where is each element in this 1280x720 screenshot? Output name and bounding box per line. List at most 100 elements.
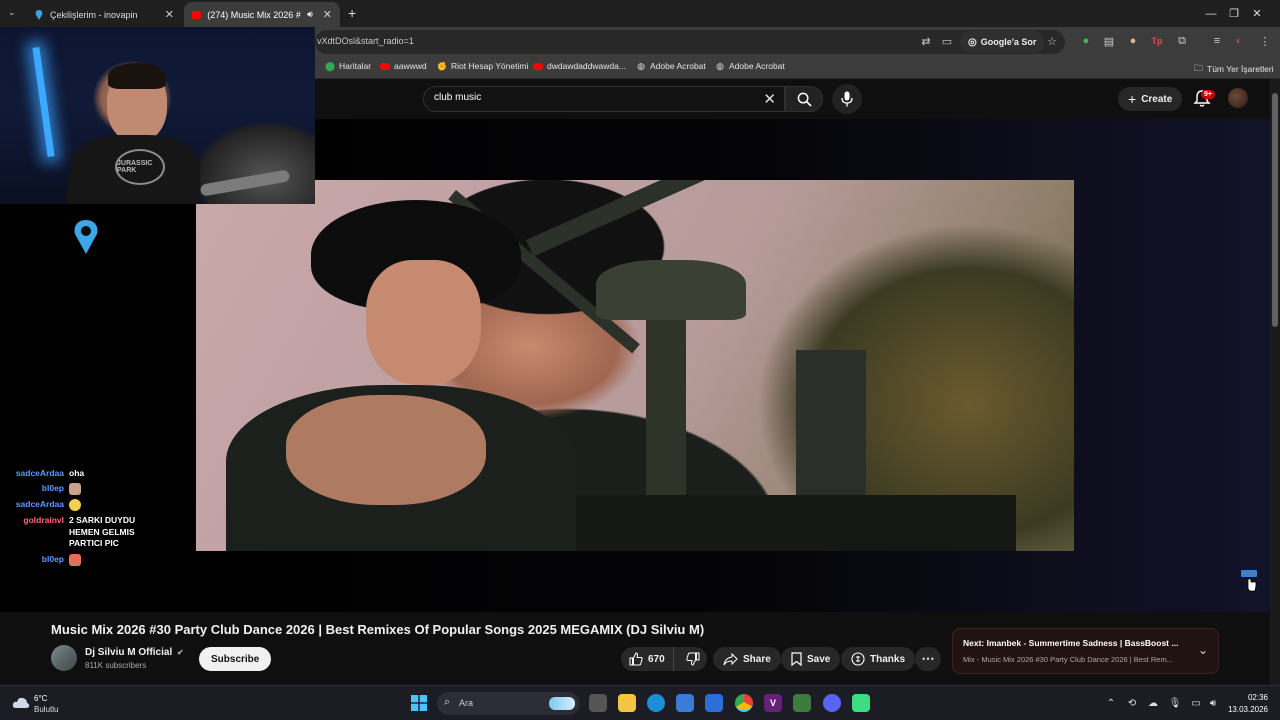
volume-icon[interactable]: 🔊︎ [1206,696,1220,710]
extension-stack-icon[interactable]: ▤ [1102,34,1116,48]
tray-app-icon[interactable]: ⟲ [1125,696,1139,710]
channel-avatar[interactable] [51,645,77,671]
thanks-label: Thanks [870,653,906,665]
riot-fist-icon: ✊ [437,61,447,71]
search-button[interactable] [785,86,823,112]
clear-search-icon[interactable]: ✕ [763,90,776,108]
show-hidden-icons-chevron-icon[interactable]: ⌃ [1104,696,1118,710]
mail-icon[interactable] [705,694,723,712]
cursor-hand-icon [1241,570,1257,592]
task-view-icon[interactable] [589,694,607,712]
blue-led-strip [32,47,55,157]
create-label: Create [1141,93,1173,105]
bookmark-label: Riot Hesap Yönetimi [451,61,529,71]
thumbs-down-icon [686,652,700,666]
voice-search-button[interactable] [832,84,862,114]
close-tab-icon[interactable]: ✕ [323,8,332,21]
bookmark-riot[interactable]: ✊ Riot Hesap Yönetimi [437,61,528,71]
bookmark-label: Haritalar [339,61,372,71]
close-window-button[interactable]: ✕ [1234,0,1280,27]
clock-date[interactable]: 13.03.2026 [1226,705,1268,714]
next-video-box[interactable]: Next: Imanbek - Summertime Sadness | Bas… [952,628,1219,674]
bookmark-dwdawd[interactable]: dwdawdaddwawda... [533,61,626,71]
chat-username: bl0ep [41,483,64,494]
chevron-down-icon[interactable]: ⌄ [1198,643,1208,657]
notepad-icon[interactable] [793,694,811,712]
browser-menu-icon[interactable]: ⋮ [1258,34,1272,48]
like-button[interactable]: 670 [621,647,674,671]
google-sor-button[interactable]: ◎ Google'a Sor [960,31,1045,53]
translate-icon[interactable]: ⇄ [919,34,933,48]
extension-cookie-icon[interactable]: ● [1126,34,1140,48]
share-arrow-icon [723,652,738,665]
close-tab-icon[interactable]: ✕ [165,8,174,21]
network-icon[interactable]: ▭ [1189,696,1203,710]
extension-tp-icon[interactable]: Tp [1150,34,1164,48]
search-box[interactable]: club music ✕ [423,86,785,112]
scroll-thumb[interactable] [1272,93,1278,327]
bookmark-haritalar[interactable]: ⬤ Haritalar [325,61,372,72]
tab-youtube-music-mix[interactable]: (274) Music Mix 2026 #30 P 🔊︎ ✕ [184,2,340,27]
next-title: Imanbek - Summertime Sadness | BassBoost… [986,638,1179,648]
bookmark-star-icon[interactable]: ☆ [1045,34,1059,48]
chat-username: goldrainvl [23,515,64,526]
stage-crane-arm [526,180,1074,257]
stream-chat-overlay: sadceArdaa oha bl0ep sadceArdaa goldrain… [8,468,198,570]
taskbar-search[interactable]: ⌕ Ara [437,692,580,715]
share-button[interactable]: Share [713,647,781,671]
tab-inovapin[interactable]: Çekilişlerim - inovapin ✕ [26,2,182,27]
chat-emote-icon [69,553,81,566]
edge-browser-icon[interactable] [647,694,665,712]
cloud-weather-icon[interactable] [12,696,30,709]
cast-icon[interactable]: ▭ [940,34,954,48]
chat-emote-icon [69,483,81,496]
chat-text: 2 SARKI DUYDU HEMEN GELMIS PARTICI PIC [69,515,136,549]
profile-icon[interactable]: ◐ [1232,34,1246,48]
subscribe-button[interactable]: Subscribe [199,647,272,671]
chrome-icon[interactable] [735,694,753,712]
page-scrollbar[interactable] [1270,79,1280,685]
clock-time[interactable]: 02:36 [1236,693,1268,702]
thanks-button[interactable]: Thanks [841,647,916,671]
chat-message: sadceArdaa [8,499,198,512]
visual-studio-icon[interactable]: V [764,694,782,712]
dislike-button[interactable] [679,647,707,671]
bookmark-adobe-2[interactable]: ◍ Adobe Acrobat [715,61,785,72]
reading-list-icon[interactable]: ≡ [1210,34,1224,48]
search-input[interactable]: club music [434,92,481,103]
folder-icon: 🗀︎ [1194,63,1204,73]
discord-icon[interactable] [823,694,841,712]
android-app-icon[interactable] [852,694,870,712]
extension-green-icon[interactable]: ● [1079,34,1093,48]
bookmark-adobe-1[interactable]: ◍ Adobe Acrobat [636,61,706,72]
all-bookmarks[interactable]: 🗀︎ Tüm Yer İşaretleri [1194,61,1274,77]
windows-taskbar: 6°C Bulutlu ⌕ Ara V ⌃ ⟲ ☁ 🎙︎ ▭ 🔊︎ 02:36 … [0,685,1280,720]
video-frame[interactable] [196,180,1074,551]
plus-icon: + [1128,91,1137,107]
more-actions-button[interactable]: ⋯ [915,647,941,671]
bookmark-label: Adobe Acrobat [729,61,785,71]
speaker-icon[interactable]: 🔊︎ [307,9,313,20]
address-url: vXdtDOsl&start_radio=1 [317,36,414,46]
search-highlight-icon [549,697,575,710]
new-tab-button[interactable]: + [348,5,356,21]
all-bookmarks-label: Tüm Yer İşaretleri [1207,64,1274,74]
channel-name[interactable]: Dj Silviu M Official ✔ [85,647,184,658]
create-button[interactable]: + Create [1118,87,1183,111]
tab-search-chevron-icon[interactable]: ⌄ [8,7,16,18]
extensions-puzzle-icon[interactable]: ⧉ [1175,34,1189,48]
inovapin-favicon-icon [35,9,43,20]
microphone-tray-icon[interactable]: 🎙︎ [1168,696,1182,710]
windows-start-icon[interactable] [410,694,428,712]
user-avatar[interactable] [1228,88,1248,108]
chat-username: sadceArdaa [15,499,64,510]
save-button[interactable]: Save [781,647,841,671]
onedrive-cloud-icon[interactable]: ☁ [1146,696,1160,710]
weather-temperature: 6°C [34,694,48,703]
bookmark-label: dwdawdaddwawda... [547,61,626,71]
google-lens-icon: ◎ [968,36,977,48]
microphone-arm [199,169,291,197]
microsoft-store-icon[interactable] [676,694,694,712]
file-explorer-icon[interactable] [618,694,636,712]
bookmark-aawwwd[interactable]: aawwwd [380,61,427,71]
